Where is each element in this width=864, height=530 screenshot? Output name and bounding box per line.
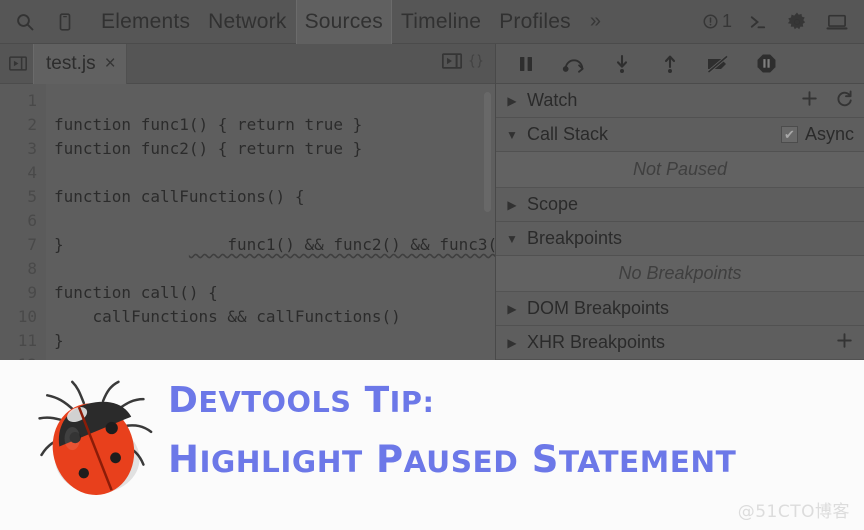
code-line: function func2() { return true } xyxy=(54,139,363,158)
plus-icon[interactable] xyxy=(800,89,819,113)
pretty-print-braces-icon[interactable] xyxy=(467,52,485,75)
section-title: Call Stack xyxy=(527,124,609,144)
line-number: 1 xyxy=(27,91,37,110)
chevron-right-icon: ▶ xyxy=(507,301,517,316)
section-breakpoints[interactable]: ▼ Breakpoints xyxy=(496,222,864,256)
code-line: function callFunctions() { xyxy=(54,187,305,206)
async-checkbox-wrap[interactable]: ✔ Async xyxy=(780,124,854,145)
tab-timeline[interactable]: Timeline xyxy=(392,0,490,44)
chevron-down-icon: ▼ xyxy=(506,231,518,246)
section-title: XHR Breakpoints xyxy=(527,332,666,352)
tip-text-block: DEVTOOLS TIP: HIGHLIGHT PAUSED STATEMENT xyxy=(168,376,854,489)
tab-sources[interactable]: Sources xyxy=(295,0,393,44)
gear-icon[interactable] xyxy=(778,3,816,41)
error-count-badge[interactable]: 1 xyxy=(698,11,736,32)
line-number: 10 xyxy=(17,307,37,326)
tip-title-line-2: HIGHLIGHT PAUSED STATEMENT xyxy=(168,438,737,481)
device-toolbar-icon[interactable] xyxy=(46,3,84,41)
chevron-right-icon: ▶ xyxy=(507,197,517,212)
line-number: 12 xyxy=(0,353,46,360)
show-navigator-icon[interactable] xyxy=(3,44,33,84)
async-checkbox[interactable]: ✔ xyxy=(780,126,798,143)
line-number: 9 xyxy=(27,283,37,302)
step-over-icon[interactable] xyxy=(560,50,588,78)
sources-pane: test.js × 1 2 3 4 5 6 7 8 9 10 11 functi… xyxy=(0,43,496,360)
editor-toolbar-right xyxy=(441,52,495,75)
code-line-squiggly: func1() && func2() && func3() xyxy=(46,209,495,254)
refresh-icon[interactable] xyxy=(835,89,854,113)
line-number: 8 xyxy=(27,259,37,278)
chevron-right-icon: ▶ xyxy=(507,335,517,350)
tip-banner: DEVTOOLS TIP: HIGHLIGHT PAUSED STATEMENT… xyxy=(0,360,864,530)
breakpoints-empty-message: No Breakpoints xyxy=(496,256,864,292)
more-panels-chevron-icon[interactable]: » xyxy=(580,10,611,33)
file-tab-test-js[interactable]: test.js × xyxy=(33,43,127,84)
tab-profiles[interactable]: Profiles xyxy=(490,0,580,44)
line-number-gutter: 1 2 3 4 5 6 7 8 9 10 11 12 xyxy=(0,84,46,360)
code-line: function call() { xyxy=(54,283,218,302)
section-title: Watch xyxy=(527,90,578,110)
code-line: } xyxy=(54,331,64,350)
section-title: DOM Breakpoints xyxy=(527,298,670,318)
pause-icon[interactable] xyxy=(512,50,540,78)
line-number: 5 xyxy=(27,187,37,206)
file-tab-label: test.js xyxy=(46,52,96,74)
section-dom-breakpoints[interactable]: ▶ DOM Breakpoints xyxy=(496,292,864,326)
ladybug-icon xyxy=(24,378,159,503)
section-call-stack[interactable]: ▼ Call Stack ✔ Async xyxy=(496,118,864,152)
line-number: 3 xyxy=(27,139,37,158)
code-line: } xyxy=(54,235,64,254)
show-navigator-panel-icon[interactable] xyxy=(441,52,463,75)
error-count-value: 1 xyxy=(721,11,732,31)
section-watch[interactable]: ▶ Watch xyxy=(496,84,864,118)
tab-network[interactable]: Network xyxy=(199,0,295,44)
error-circle-icon xyxy=(703,14,718,29)
close-icon[interactable]: × xyxy=(105,53,116,75)
console-drawer-icon[interactable] xyxy=(738,3,776,41)
code-content: function func1() { return true } functio… xyxy=(46,84,495,360)
chevron-right-icon: ▶ xyxy=(507,93,517,108)
xhr-actions xyxy=(835,331,854,355)
pause-on-exceptions-icon[interactable] xyxy=(752,50,780,78)
section-xhr-breakpoints[interactable]: ▶ XHR Breakpoints xyxy=(496,326,864,360)
plus-icon[interactable] xyxy=(835,331,854,355)
line-number: 11 xyxy=(17,331,37,350)
async-checkbox-label: Async xyxy=(804,124,854,144)
code-line: function func1() { return true } xyxy=(54,115,363,134)
step-out-icon[interactable] xyxy=(656,50,684,78)
tip-title-line-1: DEVTOOLS TIP: xyxy=(168,380,435,421)
debugger-toolbar xyxy=(496,44,864,84)
devtools-panel-tabs: Elements Network Sources Timeline Profil… xyxy=(92,0,611,44)
magnifier-search-icon[interactable] xyxy=(6,3,44,41)
line-number: 4 xyxy=(27,163,37,182)
line-number: 2 xyxy=(27,115,37,134)
chevron-down-icon: ▼ xyxy=(506,127,518,142)
screenshot-root: Elements Network Sources Timeline Profil… xyxy=(0,0,864,530)
editor-scrollbar[interactable] xyxy=(484,92,491,212)
devtools-top-toolbar: Elements Network Sources Timeline Profil… xyxy=(0,0,864,44)
code-editor[interactable]: 1 2 3 4 5 6 7 8 9 10 11 12 xyxy=(0,84,495,360)
step-into-icon[interactable] xyxy=(608,50,636,78)
debugger-sidebar: ▶ Watch ▼ Call Stack ✔ Async Not Paused … xyxy=(496,44,864,360)
line-number: 7 xyxy=(27,235,37,254)
section-scope[interactable]: ▶ Scope xyxy=(496,188,864,222)
devtools-toolbar-right: 1 xyxy=(698,3,858,41)
watermark: @51CTO博客 xyxy=(737,502,850,522)
tab-elements[interactable]: Elements xyxy=(92,0,199,44)
section-title: Scope xyxy=(527,194,579,214)
watch-actions xyxy=(800,89,854,113)
file-tabstrip: test.js × xyxy=(0,43,495,84)
deactivate-breakpoints-icon[interactable] xyxy=(704,50,732,78)
line-number: 6 xyxy=(27,211,37,230)
call-stack-empty-message: Not Paused xyxy=(496,152,864,188)
dock-window-icon[interactable] xyxy=(818,3,856,41)
devtools-body: test.js × 1 2 3 4 5 6 7 8 9 10 11 functi… xyxy=(0,43,864,360)
code-line: callFunctions && callFunctions() xyxy=(54,307,401,326)
devtools-window: Elements Network Sources Timeline Profil… xyxy=(0,0,864,360)
section-title: Breakpoints xyxy=(527,228,623,248)
